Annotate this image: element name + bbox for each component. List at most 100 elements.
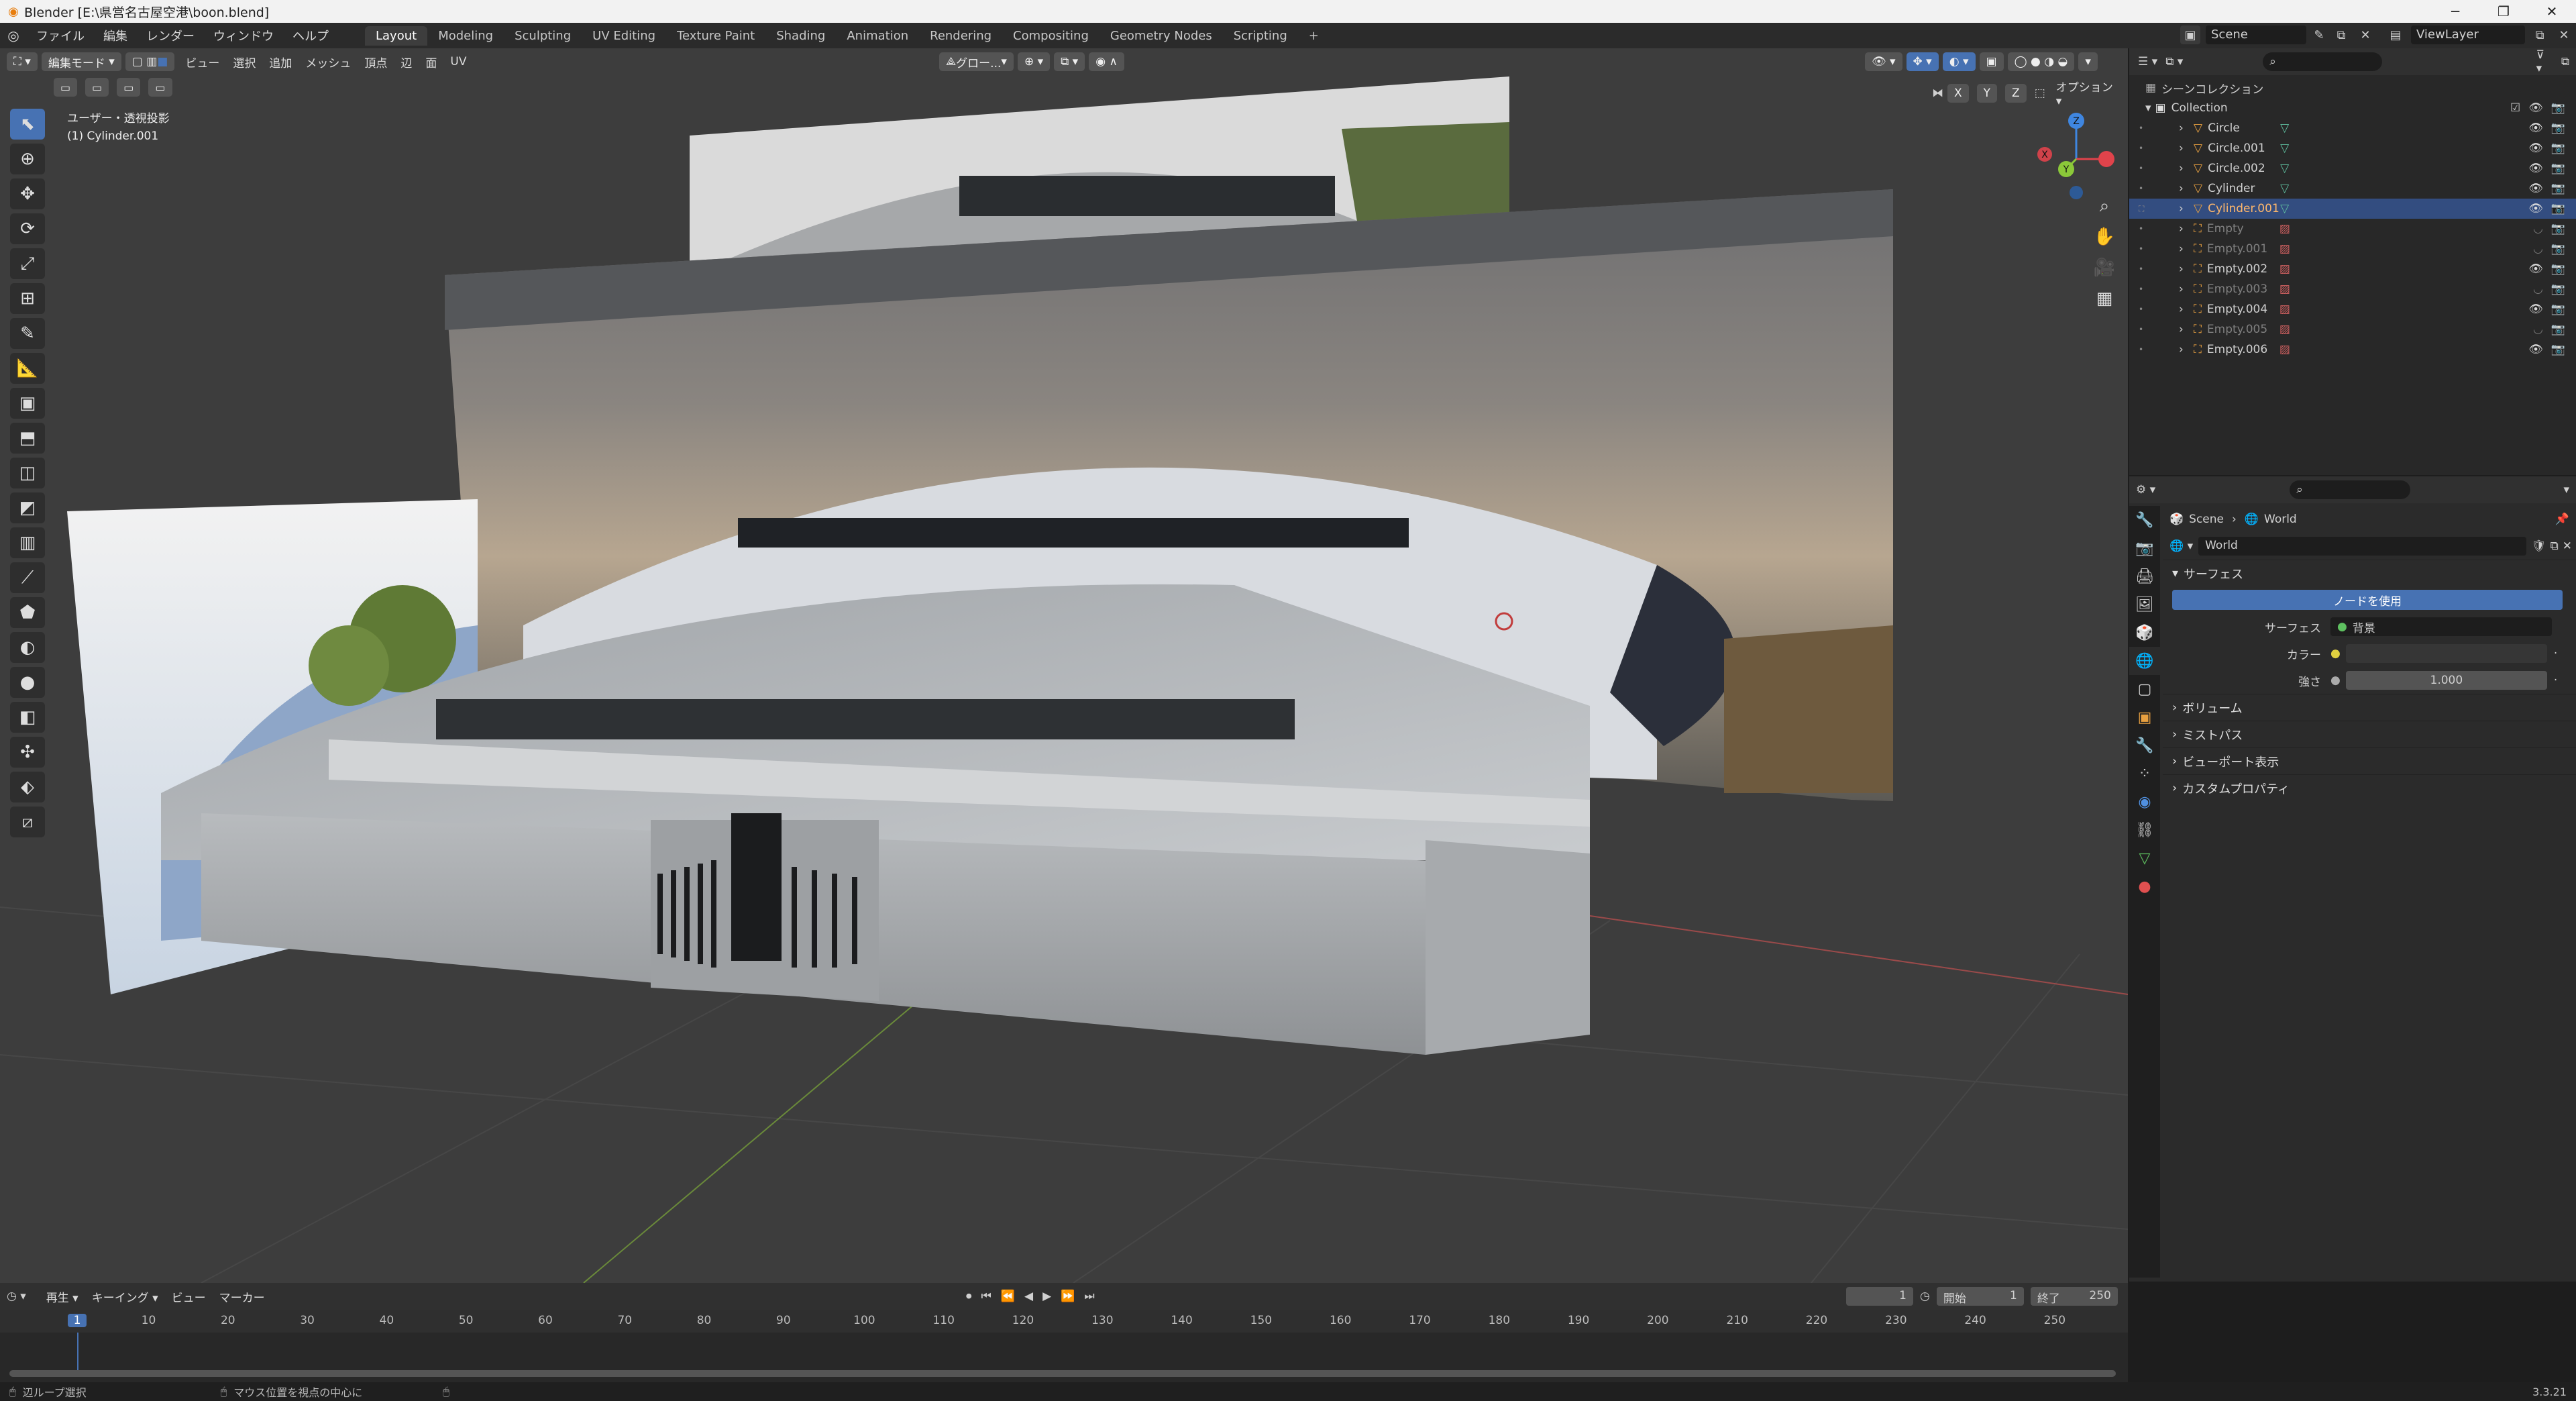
camera-icon[interactable]: 📷	[2551, 303, 2565, 316]
smooth-tool-icon[interactable]: ●	[10, 667, 45, 698]
timeline-scrollbar[interactable]	[9, 1370, 2116, 1377]
scene-tab-icon[interactable]: 🎲	[2129, 619, 2160, 647]
camera-icon[interactable]: 📷	[2551, 202, 2565, 215]
outliner-item[interactable]: • › ⛶ Empty.002 ▨ 👁 📷	[2129, 259, 2576, 279]
use-nodes-button[interactable]: ノードを使用	[2172, 590, 2563, 610]
blender-menu-icon[interactable]: ◎	[0, 28, 27, 44]
row-selector-icon[interactable]: •	[2139, 305, 2159, 314]
select-extend-icon[interactable]: ▭	[85, 78, 109, 97]
select-tool-icon[interactable]: ⬉	[10, 109, 45, 140]
eye-icon[interactable]: 👁	[2528, 182, 2543, 195]
play-reverse-icon[interactable]: ◀	[1024, 1290, 1033, 1303]
outliner-item[interactable]: • › ⛶ Empty.003 ▨ ◡ 📷	[2129, 279, 2576, 299]
properties-search-input[interactable]: ⌕	[2290, 480, 2411, 499]
modifier-tab-icon[interactable]: 🔧	[2129, 731, 2160, 760]
outliner-item[interactable]: ⛶ › ▽ Cylinder.001 ▽ 👁 📷	[2129, 199, 2576, 219]
expand-icon[interactable]: ›	[2179, 202, 2194, 215]
row-selector-icon[interactable]: •	[2139, 164, 2159, 173]
expand-icon[interactable]: ›	[2179, 222, 2194, 236]
outliner-editor-icon[interactable]: ☰ ▾	[2136, 55, 2159, 68]
eye-icon[interactable]: 👁	[2528, 202, 2543, 215]
menu-marker[interactable]: マーカー	[213, 1288, 272, 1305]
fake-user-icon[interactable]: 🛡	[2532, 539, 2546, 553]
row-selector-icon[interactable]: •	[2139, 144, 2159, 153]
outliner-item[interactable]: • › ⛶ Empty.001 ▨ ◡ 📷	[2129, 239, 2576, 259]
custom-properties-panel-header[interactable]: › カスタムプロパティ	[2163, 774, 2576, 801]
shrink-fatten-tool-icon[interactable]: ✣	[10, 737, 45, 768]
ortho-grid-icon[interactable]: ▦	[2088, 283, 2121, 314]
image-data-icon[interactable]: ▨	[2279, 282, 2290, 296]
timeline-editor-icon[interactable]: ◷ ▾	[7, 1290, 26, 1303]
pin-icon[interactable]: ✎	[2312, 28, 2326, 42]
new-view-layer-icon[interactable]: ⧉	[2530, 28, 2549, 42]
properties-options-icon[interactable]: ▾	[2563, 483, 2569, 497]
add-cube-tool-icon[interactable]: ▣	[10, 388, 45, 419]
pivot-icon[interactable]: ⊕ ▾	[1017, 52, 1051, 71]
expand-icon[interactable]: ›	[2179, 242, 2194, 256]
menu-file[interactable]: ファイル	[27, 27, 94, 44]
constraints-tab-icon[interactable]: ⛓	[2129, 816, 2160, 844]
outliner-item[interactable]: • › ▽ Circle ▽ 👁 📷	[2129, 118, 2576, 138]
collapse-icon[interactable]: ▾	[2145, 101, 2151, 115]
tool-tab-icon[interactable]: 🔧	[2129, 506, 2160, 534]
image-data-icon[interactable]: ▨	[2279, 222, 2290, 236]
eye-icon[interactable]: 👁	[2528, 101, 2543, 115]
cursor-tool-icon[interactable]: ⊕	[10, 144, 45, 174]
outliner-item[interactable]: • › ▽ Circle.002 ▽ 👁 📷	[2129, 158, 2576, 178]
surface-panel-header[interactable]: ▾ サーフェス	[2163, 560, 2576, 586]
pan-hand-icon[interactable]: ✋	[2088, 221, 2121, 252]
color-field[interactable]	[2345, 644, 2547, 663]
mesh-data-icon[interactable]: ▽	[2280, 182, 2289, 195]
annotate-tool-icon[interactable]: ✎	[10, 318, 45, 349]
tab-scripting[interactable]: Scripting	[1223, 26, 1298, 46]
scale-tool-icon[interactable]: ⤢	[10, 248, 45, 279]
keyframe-icon[interactable]: ·	[2554, 647, 2557, 660]
menu-face[interactable]: 面	[419, 54, 443, 70]
transform-orientation[interactable]: ⟁ グロー... ▾	[939, 52, 1014, 71]
row-selector-icon[interactable]: •	[2139, 284, 2159, 294]
expand-icon[interactable]: ›	[2179, 343, 2194, 356]
eye-icon[interactable]: 👁	[2528, 343, 2543, 356]
menu-uv[interactable]: UV	[443, 55, 473, 68]
xray-icon[interactable]: ▣	[1979, 52, 2004, 71]
eye-closed-icon[interactable]: ◡	[2533, 222, 2543, 236]
tab-texture-paint[interactable]: Texture Paint	[666, 26, 765, 46]
scene-collection-row[interactable]: ▦ シーンコレクション	[2129, 78, 2576, 98]
transform-tool-icon[interactable]: ⊞	[10, 283, 45, 314]
menu-edit[interactable]: 編集	[94, 27, 137, 44]
select-new-icon[interactable]: ▭	[54, 78, 78, 97]
output-tab-icon[interactable]: 🖨	[2129, 562, 2160, 590]
eye-icon[interactable]: 👁	[2528, 162, 2543, 175]
extrude-tool-icon[interactable]: ⬒	[10, 423, 45, 454]
row-selector-icon[interactable]: •	[2139, 184, 2159, 193]
row-selector-icon[interactable]: ⛶	[2139, 204, 2159, 214]
tab-animation[interactable]: Animation	[836, 26, 919, 46]
tab-layout[interactable]: Layout	[365, 25, 428, 46]
editor-type-icon[interactable]: ⛶ ▾	[7, 52, 38, 71]
outliner-item[interactable]: • › ⛶ Empty.006 ▨ 👁 📷	[2129, 340, 2576, 360]
expand-icon[interactable]: ›	[2179, 262, 2194, 276]
inset-tool-icon[interactable]: ◫	[10, 458, 45, 488]
outliner-item[interactable]: • › ▽ Cylinder ▽ 👁 📷	[2129, 178, 2576, 199]
visibility-icon[interactable]: 👁 ▾	[1865, 52, 1902, 71]
mesh-data-icon[interactable]: ▽	[2280, 162, 2289, 175]
options-menu[interactable]: オプション ▾	[2049, 78, 2128, 108]
surface-field[interactable]: ● 背景	[2330, 617, 2552, 636]
start-frame-field[interactable]: 開始 1	[1936, 1287, 2024, 1306]
minimize-icon[interactable]: ─	[2431, 0, 2479, 23]
physics-tab-icon[interactable]: ◉	[2129, 788, 2160, 816]
mirror-icon[interactable]: ⧓	[1932, 87, 1943, 100]
collection-row[interactable]: ▾ ▣ Collection ☑ 👁 📷	[2129, 98, 2576, 118]
row-selector-icon[interactable]: •	[2139, 224, 2159, 234]
render-tab-icon[interactable]: 📷	[2129, 534, 2160, 562]
select-invert-icon[interactable]: ▭	[148, 78, 172, 97]
expand-icon[interactable]: ›	[2179, 162, 2194, 175]
menu-help[interactable]: ヘルプ	[283, 27, 338, 44]
add-workspace-button[interactable]: +	[1298, 26, 1330, 46]
eye-icon[interactable]: 👁	[2528, 303, 2543, 316]
proportional-edit-icon[interactable]: ◉ ∧	[1089, 52, 1124, 71]
menu-window[interactable]: ウィンドウ	[204, 27, 283, 44]
expand-icon[interactable]: ›	[2179, 303, 2194, 316]
eye-icon[interactable]: 👁	[2528, 262, 2543, 276]
world-browse-icon[interactable]: 🌐 ▾	[2169, 539, 2193, 553]
